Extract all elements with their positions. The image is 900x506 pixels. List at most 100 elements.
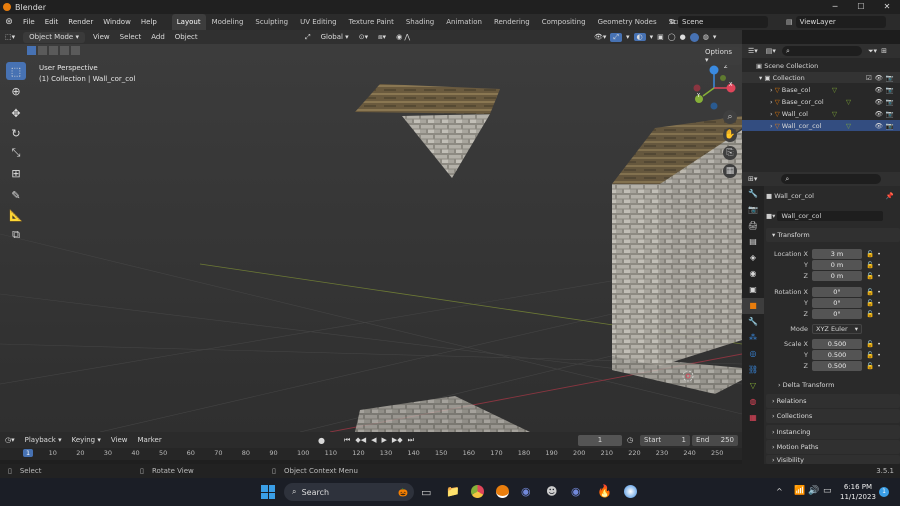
rotate-tool-icon[interactable]: ↻ <box>6 124 26 142</box>
physics-tab-icon[interactable]: ◎ <box>742 346 764 362</box>
gizmo-toggle-icon[interactable]: ⤢ <box>610 32 623 42</box>
lock-icon[interactable]: 🔓 <box>866 351 874 359</box>
pivot-icon[interactable]: ⊙▾ <box>354 33 373 41</box>
keyframe-dot-icon[interactable]: • <box>877 351 881 359</box>
lock-icon[interactable]: 🔓 <box>866 340 874 348</box>
display-mode-icon[interactable]: ▤▾ <box>764 47 778 55</box>
rotation-mode-dropdown[interactable]: XYZ Euler ▾ <box>812 323 862 334</box>
location-y-field[interactable]: 0 m <box>812 259 862 270</box>
rendered-shading-icon[interactable]: ◍ <box>703 33 709 41</box>
camera-view-icon[interactable]: ⎘ <box>723 146 737 160</box>
3d-viewport[interactable]: User Perspective (1) Collection | Wall_c… <box>0 44 742 432</box>
menu-file[interactable]: File <box>18 18 40 26</box>
particles-tab-icon[interactable]: ⁂ <box>742 330 764 346</box>
constraints-tab-icon[interactable]: ⛓ <box>742 362 764 378</box>
view-layer-tab-icon[interactable]: ▤ <box>742 234 764 250</box>
collection-tab-icon[interactable]: ▣ <box>742 282 764 298</box>
close-button[interactable]: ✕ <box>874 0 900 14</box>
camera-icon[interactable]: 📷 <box>886 110 894 118</box>
tray-chevron-icon[interactable]: ^ <box>776 487 783 496</box>
eye-icon[interactable]: 👁 <box>875 74 883 82</box>
discord-alt-icon[interactable]: ◉ <box>571 485 581 498</box>
blender-taskbar-icon[interactable] <box>496 485 509 498</box>
overlay-dropdown-icon[interactable]: ▾ <box>650 33 654 41</box>
material-tab-icon[interactable]: ◍ <box>742 394 764 410</box>
transform-section-header[interactable]: ▾ Transform <box>766 228 900 242</box>
location-x-field[interactable]: 3 m <box>812 248 862 259</box>
minimize-button[interactable]: ─ <box>822 0 848 14</box>
eye-icon[interactable]: 👁 <box>875 110 883 118</box>
snap-icon[interactable]: ⧈▾ <box>373 33 391 42</box>
current-frame-field[interactable]: 1 <box>578 434 622 446</box>
measure-tool-icon[interactable]: 📐 <box>6 206 26 224</box>
move-tool-icon[interactable]: ✥ <box>6 104 26 122</box>
keyframe-dot-icon[interactable]: • <box>877 310 881 318</box>
scene-tab-icon[interactable]: ◈ <box>742 250 764 266</box>
camera-icon[interactable]: 📷 <box>886 98 894 106</box>
wifi-icon[interactable]: 📶 <box>794 486 805 496</box>
marker-menu[interactable]: Marker <box>133 436 167 444</box>
select-invert-icon[interactable] <box>60 46 69 55</box>
visibility-section-header[interactable]: › Visibility <box>766 455 900 464</box>
relations-section-header[interactable]: › Relations <box>766 394 900 408</box>
editor-type-icon[interactable]: ⬚▾ <box>0 33 20 41</box>
lock-icon[interactable]: 🔓 <box>866 250 874 258</box>
chrome-icon[interactable] <box>471 485 484 498</box>
scale-tool-icon[interactable]: ⤡ <box>6 144 26 162</box>
menu-add[interactable]: Add <box>146 33 170 41</box>
object-tab-icon[interactable]: ■ <box>742 298 764 314</box>
proportional-editing-icon[interactable]: ◉ ⋀ <box>391 33 415 41</box>
menu-view[interactable]: View <box>88 33 115 41</box>
outliner-search-input[interactable]: ⌕ <box>781 46 862 56</box>
app-icon[interactable]: ☻ <box>546 485 557 498</box>
timeline-editor-icon[interactable]: ◷▾ <box>0 436 20 444</box>
jump-start-icon[interactable]: ⏮ <box>344 436 350 445</box>
rotation-y-field[interactable]: 0° <box>812 297 862 308</box>
tab-sculpting[interactable]: Sculpting <box>249 18 294 26</box>
output-tab-icon[interactable]: 🖨 <box>742 218 764 234</box>
gizmo-dropdown-icon[interactable]: ▾ <box>626 33 630 41</box>
outliner-item-base-col[interactable]: › ▽ Base_col ▽ 👁 📷 <box>742 84 900 95</box>
pin-icon[interactable]: 📌 <box>886 192 894 200</box>
scene-collection-row[interactable]: ▣ Scene Collection <box>742 60 900 71</box>
add-cube-tool-icon[interactable]: ⧉ <box>6 226 26 244</box>
notification-badge[interactable]: 1 <box>879 487 889 497</box>
discord-icon[interactable]: ◉ <box>521 485 531 498</box>
jump-keyframe-back-icon[interactable]: ◆◀ <box>355 436 366 445</box>
world-tab-icon[interactable]: ◉ <box>742 266 764 282</box>
record-icon[interactable]: ● <box>318 436 325 445</box>
keyframe-dot-icon[interactable]: • <box>877 261 881 269</box>
visibility-icon[interactable]: 👁▾ <box>594 33 606 41</box>
keyframe-dot-icon[interactable]: • <box>877 250 881 258</box>
object-name-field[interactable]: Wall_cor_col <box>777 210 884 221</box>
keyframe-dot-icon[interactable]: • <box>877 288 881 296</box>
lock-icon[interactable]: 🔓 <box>866 272 874 280</box>
tab-animation[interactable]: Animation <box>440 18 488 26</box>
tab-compositing[interactable]: Compositing <box>536 18 592 26</box>
cursor-tool-icon[interactable]: ⊕ <box>6 82 26 100</box>
annotate-tool-icon[interactable]: ✎ <box>6 186 26 204</box>
outliner-item-base-cor-col[interactable]: › ▽ Base_cor_col ▽ 👁 📷 <box>742 96 900 107</box>
pan-hand-icon[interactable]: ✋ <box>723 128 737 142</box>
app-sphere-icon[interactable] <box>624 485 637 498</box>
solid-shading-icon[interactable]: ● <box>680 33 686 41</box>
rotation-x-field[interactable]: 0° <box>812 286 862 297</box>
transform-tool-icon[interactable]: ⊞ <box>6 164 26 182</box>
scale-y-field[interactable]: 0.500 <box>812 349 862 360</box>
select-subtract-icon[interactable] <box>49 46 58 55</box>
scale-z-field[interactable]: 0.500 <box>812 360 862 371</box>
volume-icon[interactable]: 🔊 <box>808 486 819 496</box>
tab-uv-editing[interactable]: UV Editing <box>294 18 343 26</box>
mode-dropdown[interactable]: Object Mode ▾ <box>23 31 85 43</box>
rotation-z-field[interactable]: 0° <box>812 308 862 319</box>
texture-tab-icon[interactable]: ▦ <box>742 410 764 426</box>
jump-end-icon[interactable]: ⏭ <box>408 436 414 445</box>
menu-edit[interactable]: Edit <box>40 18 64 26</box>
scale-x-field[interactable]: 0.500 <box>812 338 862 349</box>
zoom-icon[interactable]: ⌕ <box>723 110 737 124</box>
material-shading-icon[interactable] <box>689 32 699 42</box>
timeline-view-menu[interactable]: View <box>106 436 133 444</box>
eye-icon[interactable]: 👁 <box>875 86 883 94</box>
tab-layout[interactable]: Layout <box>171 14 206 30</box>
collections-section-header[interactable]: › Collections <box>766 409 900 423</box>
